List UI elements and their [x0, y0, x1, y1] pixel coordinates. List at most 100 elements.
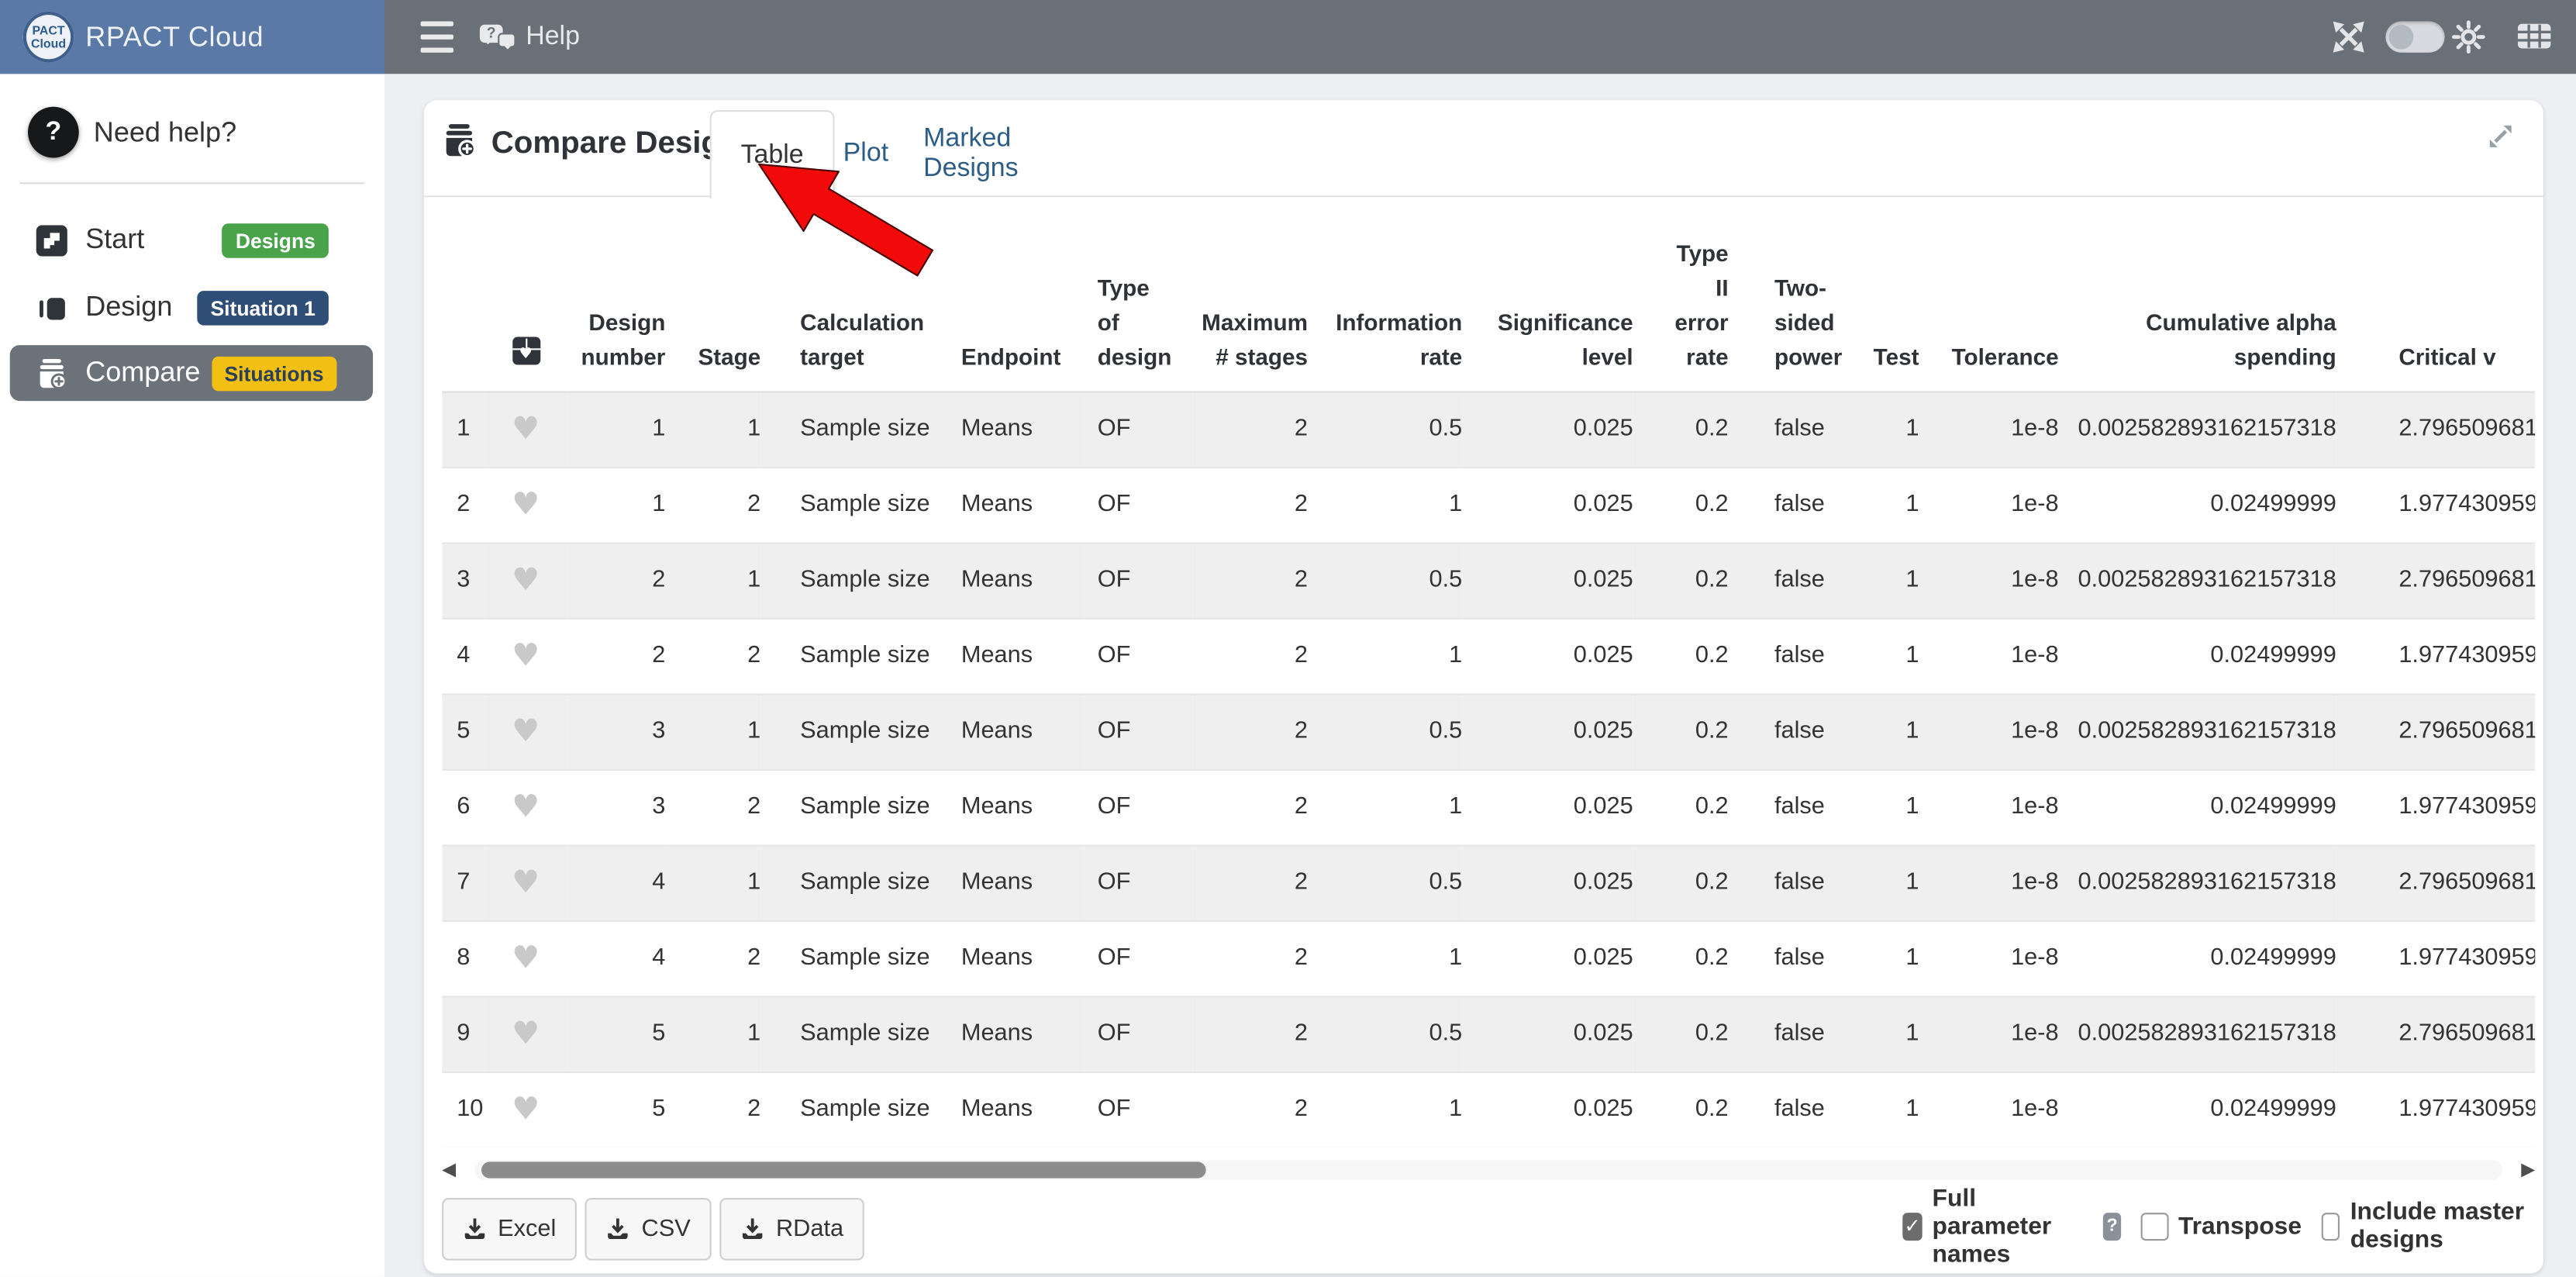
full-parameter-names-checkbox[interactable]: ✓ Full parameter names ? — [1902, 1184, 2121, 1268]
favorite-heart-icon[interactable]: ♥ — [512, 1015, 540, 1051]
favorite-heart-icon[interactable]: ♥ — [512, 485, 540, 522]
sidebar-toggle-icon[interactable] — [421, 22, 453, 53]
checkbox-unchecked[interactable] — [2321, 1212, 2340, 1240]
checkbox-checked[interactable]: ✓ — [1902, 1212, 1923, 1240]
sidebar-item-start[interactable]: Start Designs — [10, 212, 373, 267]
need-help-link[interactable]: ? Need help? — [0, 104, 385, 179]
table-cell: false — [1729, 542, 1857, 617]
table-header-cell — [442, 232, 485, 392]
table-cell: 4 — [567, 920, 665, 996]
table-footer: Excel CSV RData — [442, 1198, 2525, 1264]
table-cell: 1 — [1308, 467, 1462, 542]
brand: PACT Cloud RPACT Cloud — [0, 0, 385, 74]
sidebar-item-design[interactable]: Design Situation 1 — [10, 279, 373, 335]
table-cell: Sample size — [760, 996, 948, 1071]
excel-download-button[interactable]: Excel — [442, 1198, 578, 1261]
scrollbar-thumb[interactable] — [481, 1161, 1206, 1178]
table-cell: Means — [948, 769, 1085, 844]
tab-table[interactable]: Table — [710, 110, 835, 198]
table-row: 10♥52Sample sizeMeansOF210.0250.2false11… — [442, 1072, 2535, 1147]
table-cell: OF — [1085, 467, 1193, 542]
rdata-download-button[interactable]: RData — [720, 1198, 865, 1261]
expand-panel-icon[interactable] — [2485, 120, 2517, 153]
sidebar: ? Need help? Start Designs Design S — [0, 74, 385, 1276]
help-question-badge[interactable]: ? — [2103, 1212, 2120, 1240]
table-cell: false — [1729, 920, 1857, 996]
favorite-heart-icon[interactable]: ♥ — [512, 637, 540, 673]
favorite-heart-icon[interactable]: ♥ — [512, 864, 540, 900]
transpose-checkbox[interactable]: Transpose — [2140, 1212, 2302, 1240]
table-header-cell: ♥ — [485, 232, 567, 392]
status-badge-situation1: Situation 1 — [198, 291, 329, 326]
table-cell: 2 — [665, 920, 760, 996]
table-header-cell: Critical v — [2336, 232, 2535, 392]
table-cell: 1 — [1857, 542, 1919, 617]
favorite-cell: ♥ — [485, 391, 567, 466]
include-master-designs-checkbox[interactable]: Include master designs — [2321, 1198, 2525, 1254]
grid-table-icon[interactable] — [2517, 23, 2552, 58]
table-cell: false — [1729, 391, 1857, 466]
table-cell: 1 — [1857, 920, 1919, 996]
fullscreen-arrows-icon[interactable] — [2331, 19, 2366, 62]
table-cell: OF — [1085, 996, 1193, 1071]
table-cell: 10 — [442, 1072, 485, 1147]
table-cell: 7 — [442, 844, 485, 920]
table-cell: false — [1729, 618, 1857, 693]
table-cell: 2 — [442, 467, 485, 542]
table-row: 6♥32Sample sizeMeansOF210.0250.2false11e… — [442, 769, 2535, 844]
table-cell: 4 — [567, 844, 665, 920]
table-header-cell: Calculation target — [760, 232, 948, 392]
table-cell: 1e-8 — [1919, 996, 2058, 1071]
table-header-cell: Tolerance — [1919, 232, 2058, 392]
checkbox-unchecked[interactable] — [2140, 1212, 2168, 1240]
table-cell: 2 — [1193, 769, 1308, 844]
help-menu[interactable]: ? Help — [480, 0, 580, 74]
compare-designs-icon — [442, 123, 477, 166]
table-row: 3♥21Sample sizeMeansOF20.50.0250.2false1… — [442, 542, 2535, 617]
table-cell: 1.97743095941 — [2336, 920, 2535, 996]
favorite-heart-icon[interactable]: ♥ — [512, 713, 540, 749]
table-cell: 1e-8 — [1919, 618, 2058, 693]
table-cell: 3 — [442, 542, 485, 617]
table-cell: Sample size — [760, 391, 948, 466]
tab-marked-designs[interactable]: Marked Designs — [923, 110, 1107, 197]
table-cell: 1e-8 — [1919, 844, 2058, 920]
table-cell: 0.2 — [1633, 1072, 1729, 1147]
table-cell: Sample size — [760, 693, 948, 768]
favorite-heart-icon[interactable]: ♥ — [512, 1090, 540, 1127]
favorite-heart-icon[interactable]: ♥ — [512, 410, 540, 447]
theme-toggle[interactable] — [2385, 22, 2444, 53]
table-cell: 2.79650968146 — [2336, 542, 2535, 617]
scroll-left-arrow[interactable]: ◀ — [442, 1157, 465, 1183]
brand-logo: PACT Cloud — [23, 12, 74, 63]
settings-sun-icon[interactable] — [2451, 19, 2486, 62]
table-cell: 2 — [1193, 693, 1308, 768]
need-help-label: Need help? — [94, 104, 236, 163]
table-cell: 1 — [665, 996, 760, 1071]
table-cell: 0.2 — [1633, 844, 1729, 920]
table-cell: 2 — [665, 618, 760, 693]
sidebar-divider — [19, 182, 364, 184]
compare-designs-panel: Compare Designs Table Plot Marked Design… — [424, 100, 2543, 1273]
table-cell: Means — [948, 618, 1085, 693]
table-cell: 1 — [1857, 996, 1919, 1071]
horizontal-scrollbar: ◀ ▶ — [442, 1157, 2535, 1183]
table-cell: 1 — [665, 542, 760, 617]
table-cell: Means — [948, 920, 1085, 996]
table-cell: 2 — [1193, 467, 1308, 542]
favorite-heart-icon[interactable]: ♥ — [512, 788, 540, 824]
sidebar-item-compare[interactable]: Compare Situations — [10, 345, 373, 401]
favorite-heart-icon[interactable]: ♥ — [512, 939, 540, 975]
table-cell: 0.2 — [1633, 769, 1729, 844]
table-row: 4♥22Sample sizeMeansOF210.0250.2false11e… — [442, 618, 2535, 693]
scrollbar-track[interactable] — [475, 1160, 2502, 1179]
table-cell: 1 — [1857, 467, 1919, 542]
table-cell: OF — [1085, 693, 1193, 768]
table-cell: false — [1729, 769, 1857, 844]
csv-download-button[interactable]: CSV — [585, 1198, 712, 1261]
brand-logo-line2: Cloud — [31, 37, 66, 50]
scroll-right-arrow[interactable]: ▶ — [2512, 1157, 2536, 1183]
table-cell: 0.02499999 — [2059, 769, 2336, 844]
favorite-heart-icon[interactable]: ♥ — [512, 561, 540, 598]
table-cell: 1 — [1857, 391, 1919, 466]
